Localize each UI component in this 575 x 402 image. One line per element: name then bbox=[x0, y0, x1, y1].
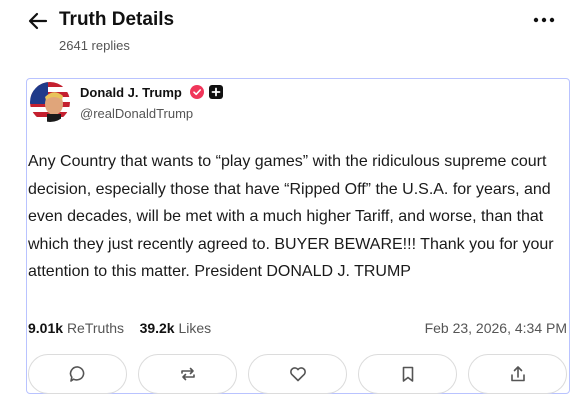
author-name[interactable]: Donald J. Trump bbox=[80, 85, 182, 100]
post-actions bbox=[27, 354, 571, 394]
share-icon bbox=[510, 366, 525, 382]
post-text: Any Country that wants to “play games” w… bbox=[28, 153, 554, 281]
retruth-icon bbox=[180, 367, 195, 381]
share-button[interactable] bbox=[468, 354, 567, 394]
bookmark-button[interactable] bbox=[358, 354, 457, 394]
page-header: Truth Details 2641 replies bbox=[0, 0, 575, 62]
page-title: Truth Details bbox=[59, 9, 175, 30]
like-button[interactable] bbox=[248, 354, 347, 394]
reply-icon bbox=[69, 366, 84, 382]
plus-badge-icon bbox=[209, 85, 223, 99]
like-icon bbox=[289, 367, 306, 382]
verified-badge-icon bbox=[190, 85, 204, 99]
reply-count: 2641 replies bbox=[59, 38, 130, 53]
post-stats: 9.01k ReTruths 39.2k Likes bbox=[28, 320, 211, 336]
post-timestamp: Feb 23, 2026, 4:34 PM bbox=[424, 320, 567, 336]
author-handle: @realDonaldTrump bbox=[80, 106, 194, 121]
arrow-left-icon[interactable] bbox=[27, 10, 49, 32]
retruths-label[interactable]: ReTruths bbox=[67, 320, 124, 336]
avatar[interactable] bbox=[30, 82, 70, 122]
bookmark-icon bbox=[402, 366, 413, 382]
likes-count[interactable]: 39.2k bbox=[140, 320, 175, 336]
post-card: Donald J. Trump @realDonaldTrump Any Cou… bbox=[26, 78, 570, 394]
retruths-count[interactable]: 9.01k bbox=[28, 320, 63, 336]
likes-label[interactable]: Likes bbox=[179, 320, 212, 336]
more-horizontal-icon[interactable] bbox=[532, 14, 556, 26]
reply-button[interactable] bbox=[28, 354, 127, 394]
retruth-button[interactable] bbox=[138, 354, 237, 394]
